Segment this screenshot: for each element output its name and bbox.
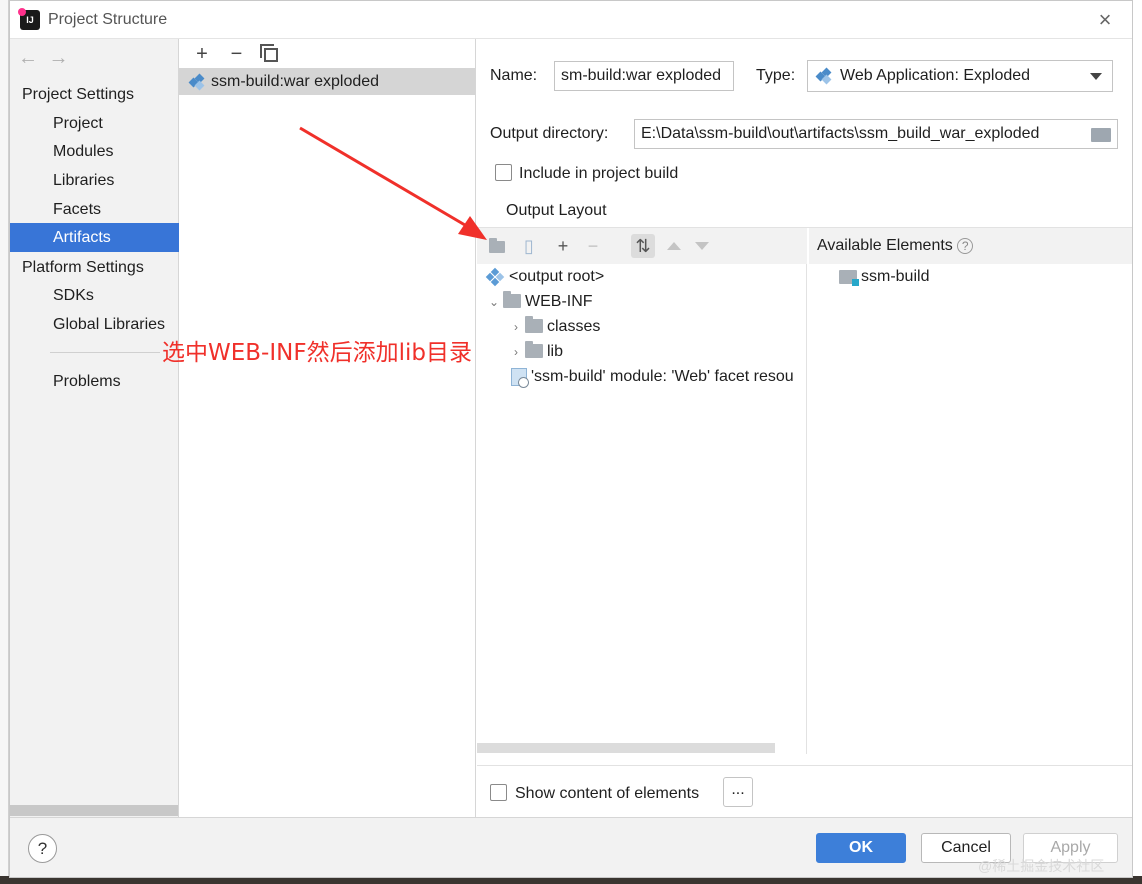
- add-icon[interactable]: +: [187, 43, 217, 65]
- output-directory-label: Output directory:: [490, 125, 609, 142]
- web-application-icon: [815, 67, 834, 85]
- browse-folder-icon[interactable]: [1091, 128, 1111, 142]
- help-icon[interactable]: ?: [957, 237, 974, 254]
- nav-item-libraries[interactable]: Libraries: [10, 166, 179, 195]
- tree-item-label: classes: [547, 318, 601, 335]
- tree-horizontal-scrollbar[interactable]: [477, 743, 775, 753]
- annotation-text: 选中WEB-INF然后添加lib目录: [162, 340, 472, 366]
- nav-item-artifacts[interactable]: Artifacts: [10, 223, 179, 252]
- window-title: Project Structure: [48, 11, 168, 28]
- name-label: Name:: [490, 67, 538, 84]
- tree-item-label: <output root>: [509, 268, 605, 285]
- include-in-build-checkbox[interactable]: [495, 164, 512, 181]
- folder-icon: [525, 340, 543, 358]
- layout-toolbar: ▯ + − ⇅: [477, 228, 807, 264]
- background-editor-left: [0, 0, 9, 884]
- nav-separator: [50, 352, 160, 353]
- module-icon: [839, 269, 859, 286]
- title-bar: IJ Project Structure ×: [10, 1, 1132, 39]
- nav-history: ← →: [18, 47, 74, 70]
- move-down-icon[interactable]: [689, 234, 713, 258]
- chevron-right-icon[interactable]: ›: [509, 340, 523, 365]
- tree-item-classes[interactable]: › classes: [509, 314, 600, 339]
- folder-icon: [525, 315, 543, 333]
- nav-item-problems[interactable]: Problems: [10, 367, 179, 396]
- project-structure-dialog: IJ Project Structure × ← → Project Setti…: [9, 0, 1133, 878]
- nav-item-modules[interactable]: Modules: [10, 137, 179, 166]
- settings-navigation: ← → Project Settings Project Modules Lib…: [10, 39, 179, 817]
- tree-item-web-facet-resources[interactable]: 'ssm-build' module: 'Web' facet resou: [511, 364, 794, 389]
- available-element-label: ssm-build: [861, 268, 930, 285]
- artifacts-toolbar: + −: [187, 43, 286, 65]
- watermark: @稀土掘金技术社区: [978, 858, 1105, 874]
- show-content-label: Show content of elements: [515, 785, 700, 802]
- tree-item-label: 'ssm-build' module: 'Web' facet resou: [531, 368, 794, 385]
- web-facet-resource-icon: [511, 367, 529, 388]
- artifact-details-pane: Name: sm-build:war exploded Type: Web Ap…: [477, 39, 1132, 817]
- dialog-footer: ? OK Cancel Apply: [10, 817, 1132, 877]
- copy-icon[interactable]: [256, 43, 286, 65]
- add-copy-of-icon[interactable]: +: [551, 234, 575, 258]
- forward-arrow-icon[interactable]: →: [48, 47, 74, 70]
- intellij-app-icon: IJ: [18, 8, 40, 30]
- nav-item-facets[interactable]: Facets: [10, 195, 179, 224]
- chevron-down-icon: [1090, 73, 1102, 80]
- type-select-value: Web Application: Exploded: [840, 67, 1031, 84]
- type-label: Type:: [756, 67, 796, 84]
- show-content-options-button[interactable]: ...: [723, 777, 753, 807]
- artifact-list-item[interactable]: ssm-build:war exploded: [179, 68, 475, 95]
- close-icon[interactable]: ×: [1094, 9, 1116, 31]
- chevron-right-icon[interactable]: ›: [509, 315, 523, 340]
- name-input[interactable]: sm-build:war exploded: [554, 61, 734, 91]
- output-layout-tree: <output root> ⌄ WEB-INF › classes › lib 'ss…: [477, 264, 807, 754]
- available-elements-header: Available Elements ?: [809, 228, 1132, 264]
- create-directory-icon[interactable]: [485, 234, 509, 258]
- artifacts-list-pane: + − ssm-build:war exploded: [179, 39, 476, 817]
- move-up-icon[interactable]: [661, 234, 685, 258]
- help-button[interactable]: ?: [28, 834, 57, 863]
- tab-output-layout[interactable]: Output Layout: [506, 202, 607, 220]
- layout-options: Show content of elements ...: [477, 765, 1132, 817]
- nav-item-global-libraries[interactable]: Global Libraries: [10, 310, 179, 339]
- remove-element-icon[interactable]: −: [581, 234, 605, 258]
- tree-item-output-root[interactable]: <output root>: [485, 264, 605, 289]
- output-directory-input[interactable]: E:\Data\ssm-build\out\artifacts\ssm_buil…: [634, 119, 1118, 149]
- create-archive-icon[interactable]: ▯: [517, 234, 541, 258]
- tree-item-label: WEB-INF: [525, 293, 593, 310]
- artifact-name: ssm-build:war exploded: [211, 73, 380, 90]
- output-layout-region: ▯ + − ⇅ <output root> ⌄ WEB-INF › classes: [477, 227, 1132, 765]
- back-arrow-icon[interactable]: ←: [18, 47, 44, 70]
- tree-item-web-inf[interactable]: ⌄ WEB-INF: [487, 289, 593, 314]
- nav-horizontal-scrollbar[interactable]: [10, 805, 178, 816]
- nav-item-project[interactable]: Project: [10, 109, 179, 138]
- tree-item-lib[interactable]: › lib: [509, 339, 563, 364]
- tree-item-label: lib: [547, 343, 564, 360]
- type-select[interactable]: Web Application: Exploded: [807, 60, 1113, 92]
- chevron-down-icon[interactable]: ⌄: [487, 290, 501, 315]
- include-in-build-label: Include in project build: [519, 165, 679, 182]
- project-settings-header: Project Settings: [22, 86, 135, 103]
- available-elements-title: Available Elements ?: [817, 237, 974, 255]
- sort-elements-icon[interactable]: ⇅: [631, 234, 655, 258]
- available-element-ssm-build[interactable]: ssm-build: [839, 264, 929, 289]
- output-root-icon: [485, 267, 505, 287]
- folder-icon: [503, 290, 521, 308]
- nav-item-sdks[interactable]: SDKs: [10, 281, 179, 310]
- platform-settings-header: Platform Settings: [22, 259, 144, 276]
- show-content-checkbox[interactable]: [490, 784, 507, 801]
- web-artifact-icon: [188, 73, 207, 91]
- ok-button[interactable]: OK: [816, 833, 906, 863]
- remove-icon[interactable]: −: [221, 43, 251, 65]
